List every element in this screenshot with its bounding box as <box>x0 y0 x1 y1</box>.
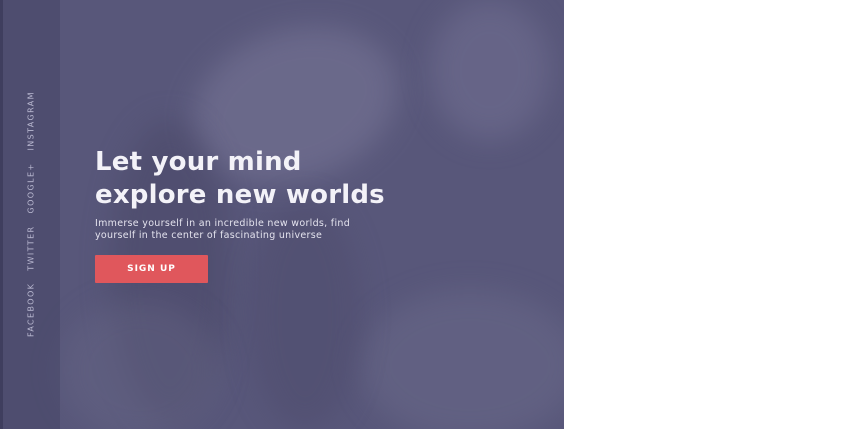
signup-button[interactable]: SIGN UP <box>95 255 208 283</box>
hero-section: FACEBOOK TWITTER GOOGLE+ INSTAGRAM Let y… <box>0 0 564 429</box>
hero-subtext-line2: yourself in the center of fascinating un… <box>95 230 323 241</box>
social-link-facebook[interactable]: FACEBOOK <box>27 283 36 337</box>
social-link-twitter[interactable]: TWITTER <box>27 226 36 271</box>
hero-subtext-line1: Immerse yourself in an incredible new wo… <box>95 218 351 229</box>
hero-headline-line2: explore new worlds <box>95 180 385 210</box>
hero-headline-line1: Let your mind <box>95 147 302 177</box>
hero-subtext: Immerse yourself in an incredible new wo… <box>95 218 365 242</box>
social-link-google-plus[interactable]: GOOGLE+ <box>27 162 36 213</box>
social-link-instagram[interactable]: INSTAGRAM <box>27 91 36 150</box>
background-photo-highlight <box>360 290 564 429</box>
landing-page: FACEBOOK TWITTER GOOGLE+ INSTAGRAM Let y… <box>0 0 866 429</box>
hero-headline: Let your mind explore new worlds <box>95 146 415 212</box>
social-links: FACEBOOK TWITTER GOOGLE+ INSTAGRAM <box>27 91 36 337</box>
background-photo-hand <box>430 0 550 140</box>
background-photo-hand-left <box>60 300 220 429</box>
